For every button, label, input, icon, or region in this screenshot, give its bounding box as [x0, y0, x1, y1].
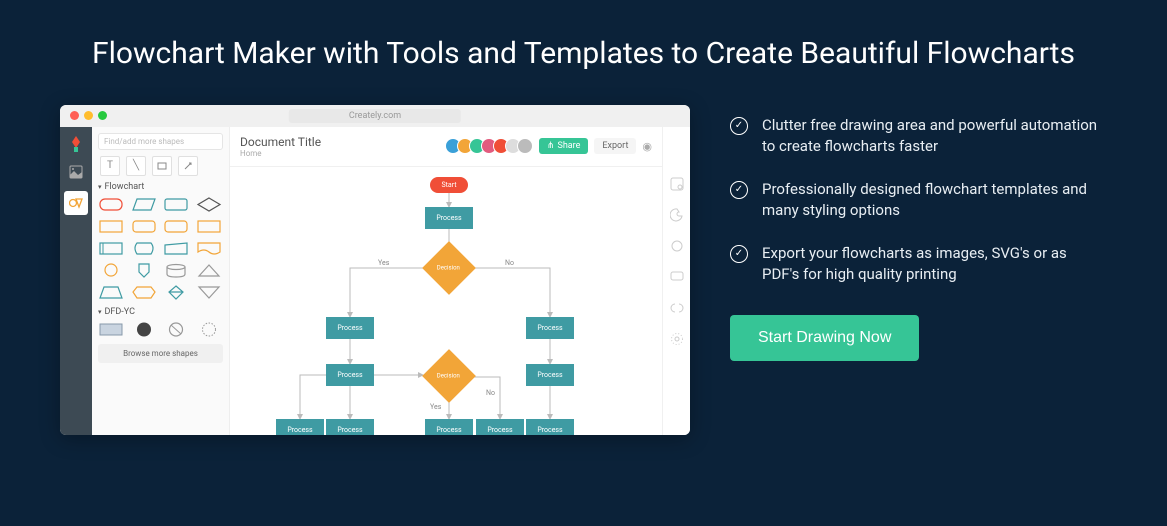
document-title[interactable]: Document Title — [240, 135, 321, 149]
feature-text: Professionally designed flowchart templa… — [762, 179, 1107, 221]
shape-trap[interactable] — [98, 284, 124, 301]
shape-predefined[interactable] — [98, 240, 124, 257]
flowchart-shapes — [98, 196, 223, 301]
shape-decision[interactable] — [196, 196, 222, 213]
canvas-area: Document Title Home ⋔Sh — [230, 127, 662, 435]
maximize-dot-icon[interactable] — [98, 111, 107, 120]
process-node[interactable]: Process — [326, 419, 374, 435]
process-node[interactable]: Process — [276, 419, 324, 435]
feature-item: ✓ Clutter free drawing area and powerful… — [730, 115, 1107, 157]
dfd-shapes — [98, 321, 223, 338]
feature-text: Clutter free drawing area and powerful a… — [762, 115, 1107, 157]
section-flowchart[interactable]: Flowchart — [98, 182, 223, 192]
visibility-icon[interactable]: ◉ — [642, 140, 652, 153]
hero-title: Flowchart Maker with Tools and Templates… — [0, 0, 1167, 75]
process-node[interactable]: Process — [425, 207, 473, 229]
process-node[interactable]: Process — [326, 364, 374, 386]
layers-icon[interactable] — [670, 239, 684, 256]
shape-rect2[interactable] — [196, 218, 222, 235]
process-node[interactable]: Process — [526, 364, 574, 386]
shape-process[interactable] — [163, 196, 189, 213]
process-node[interactable]: Process — [476, 419, 524, 435]
titlebar: Creately.com — [60, 105, 690, 127]
edge-no: No — [486, 389, 495, 397]
right-rail — [662, 127, 690, 435]
minimize-dot-icon[interactable] — [84, 111, 93, 120]
shape-dfd1[interactable] — [98, 321, 124, 338]
left-rail — [60, 127, 92, 435]
shape-dfd2[interactable] — [131, 321, 157, 338]
search-shapes-input[interactable]: Find/add more shapes — [98, 133, 223, 150]
image-icon[interactable] — [67, 163, 85, 181]
collaborator-avatars[interactable] — [449, 138, 533, 154]
shape-data[interactable] — [131, 196, 157, 213]
canvas-header: Document Title Home ⋔Sh — [230, 127, 662, 167]
comments-icon[interactable] — [670, 270, 684, 287]
palette-icon[interactable] — [670, 208, 684, 225]
decision-node[interactable]: Decision — [422, 349, 476, 403]
shape-doc[interactable] — [196, 240, 222, 257]
shape-dfd3[interactable] — [163, 321, 189, 338]
shape-triangle[interactable] — [196, 262, 222, 279]
share-icon: ⋔ — [547, 141, 555, 151]
rect-tool[interactable] — [152, 156, 172, 176]
logo-icon — [67, 135, 85, 153]
settings-icon[interactable] — [670, 332, 684, 349]
edge-yes: Yes — [378, 259, 389, 267]
text-tool[interactable]: T — [100, 156, 120, 176]
shape-rect[interactable] — [98, 218, 124, 235]
check-icon: ✓ — [730, 181, 748, 199]
feature-item: ✓ Export your flowcharts as images, SVG'… — [730, 243, 1107, 285]
edge-no: No — [505, 259, 514, 267]
canvas[interactable]: Start Process Decision Yes No Process Pr… — [230, 167, 662, 435]
check-icon: ✓ — [730, 117, 748, 135]
feature-item: ✓ Professionally designed flowchart temp… — [730, 179, 1107, 221]
section-dfd[interactable]: DFD-YC — [98, 307, 223, 317]
shape-offpage[interactable] — [131, 262, 157, 279]
shape-dfd4[interactable] — [196, 321, 222, 338]
line-tool[interactable]: ╲ — [126, 156, 146, 176]
properties-icon[interactable] — [670, 177, 684, 194]
url-bar: Creately.com — [289, 109, 461, 123]
shape-terminator[interactable] — [98, 196, 124, 213]
shape-database[interactable] — [163, 262, 189, 279]
share-button[interactable]: ⋔Share — [539, 138, 588, 154]
feature-text: Export your flowcharts as images, SVG's … — [762, 243, 1107, 285]
breadcrumb[interactable]: Home — [240, 149, 321, 158]
shape-rounded2[interactable] — [163, 218, 189, 235]
start-node[interactable]: Start — [430, 177, 468, 193]
avatar[interactable] — [517, 138, 533, 154]
export-button[interactable]: Export — [594, 138, 636, 154]
process-node[interactable]: Process — [425, 419, 473, 435]
process-node[interactable]: Process — [526, 317, 574, 339]
browse-more-button[interactable]: Browse more shapes — [98, 344, 223, 363]
shapes-panel: Find/add more shapes T ╲ Flowchart — [92, 127, 230, 435]
shape-sort[interactable] — [163, 284, 189, 301]
start-drawing-button[interactable]: Start Drawing Now — [730, 315, 919, 361]
edge-yes: Yes — [430, 403, 441, 411]
app-window: Creately.com Find/add more shapes T ╲ — [60, 105, 690, 435]
shape-rounded[interactable] — [131, 218, 157, 235]
shape-hex[interactable] — [131, 284, 157, 301]
shape-connector[interactable] — [98, 262, 124, 279]
features-list: ✓ Clutter free drawing area and powerful… — [730, 105, 1107, 435]
shape-display[interactable] — [131, 240, 157, 257]
process-node[interactable]: Process — [326, 317, 374, 339]
pen-tool[interactable] — [178, 156, 198, 176]
shape-manual[interactable] — [163, 240, 189, 257]
check-icon: ✓ — [730, 245, 748, 263]
close-dot-icon[interactable] — [70, 111, 79, 120]
shapes-icon[interactable] — [64, 191, 88, 215]
decision-node[interactable]: Decision — [422, 241, 476, 295]
link-icon[interactable] — [670, 301, 684, 318]
process-node[interactable]: Process — [526, 419, 574, 435]
shape-tri2[interactable] — [196, 284, 222, 301]
